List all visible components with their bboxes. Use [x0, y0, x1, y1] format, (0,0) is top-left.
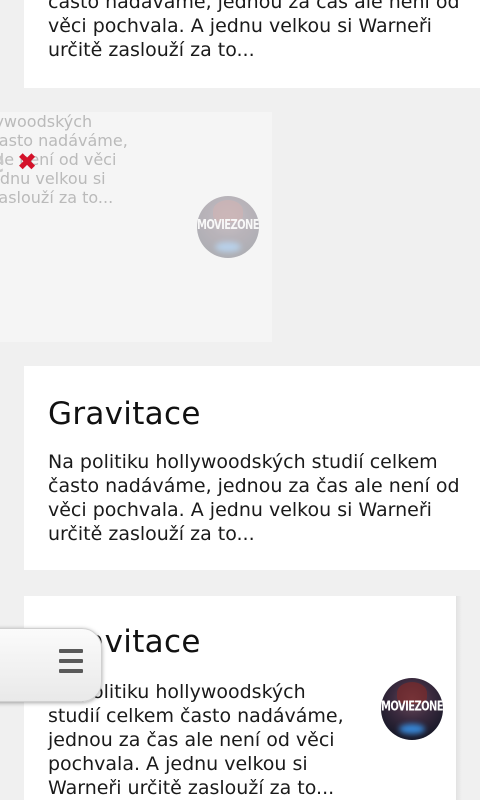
- poster-glow: [215, 242, 241, 252]
- article-excerpt: často nadáváme, jednou za čas ale není o…: [48, 0, 468, 62]
- menu-icon-bar: [59, 649, 83, 653]
- avatar-logo-text: MOVIEZONE: [197, 218, 259, 233]
- article-title: Gravitace: [48, 396, 201, 432]
- excerpt-line: Warneři určitě zaslouží za to...: [48, 777, 335, 799]
- menu-icon-bar: [59, 669, 83, 673]
- excerpt-line: určitě zaslouží za to...: [48, 523, 255, 545]
- article-card-2-swiping[interactable]: lywoodských často nadáváme, ale není od …: [0, 112, 272, 342]
- article-feed: často nadáváme, jednou za čas ale není o…: [0, 0, 480, 800]
- excerpt-line: určitě zaslouží za to...: [48, 39, 255, 61]
- article-card-3[interactable]: Gravitace Na politiku hollywoodských stu…: [24, 366, 480, 570]
- article-card-1[interactable]: často nadáváme, jednou za čas ale není o…: [24, 0, 480, 88]
- excerpt-line: věci pochvala. A jednu velkou si Warneři: [48, 15, 432, 37]
- excerpt-line: studií celkem často nadáváme,: [48, 705, 344, 727]
- article-title: e: [0, 144, 5, 180]
- excerpt-line: lywoodských: [0, 112, 93, 131]
- excerpt-line: zaslouží za to...: [0, 188, 114, 207]
- moviezone-avatar: MOVIEZONE: [381, 678, 443, 740]
- excerpt-line: věci pochvala. A jednu velkou si Warneři: [48, 499, 432, 521]
- excerpt-line: pochvala. A jednu velkou si: [48, 753, 308, 775]
- card-edge-shadow: [456, 596, 462, 800]
- drawer-handle-button[interactable]: [0, 628, 102, 702]
- menu-icon-bar: [59, 659, 83, 663]
- article-excerpt: Na politiku hollywoodských studií celkem…: [48, 450, 468, 546]
- close-icon[interactable]: ✖: [17, 150, 37, 174]
- excerpt-line: jednou za čas ale není od věci: [48, 729, 335, 751]
- poster-glow: [399, 724, 425, 734]
- excerpt-line: často nadáváme, jednou za čas ale není o…: [48, 0, 460, 13]
- excerpt-line: Na politiku hollywoodských studií celkem: [48, 451, 438, 473]
- menu-icon: [59, 649, 83, 677]
- excerpt-line: často nadáváme, jednou za čas ale není o…: [48, 475, 460, 497]
- article-excerpt: Na politiku hollywoodských studií celkem…: [48, 680, 368, 800]
- avatar-logo-text: MOVIEZONE: [381, 700, 443, 715]
- moviezone-avatar: MOVIEZONE: [197, 196, 259, 258]
